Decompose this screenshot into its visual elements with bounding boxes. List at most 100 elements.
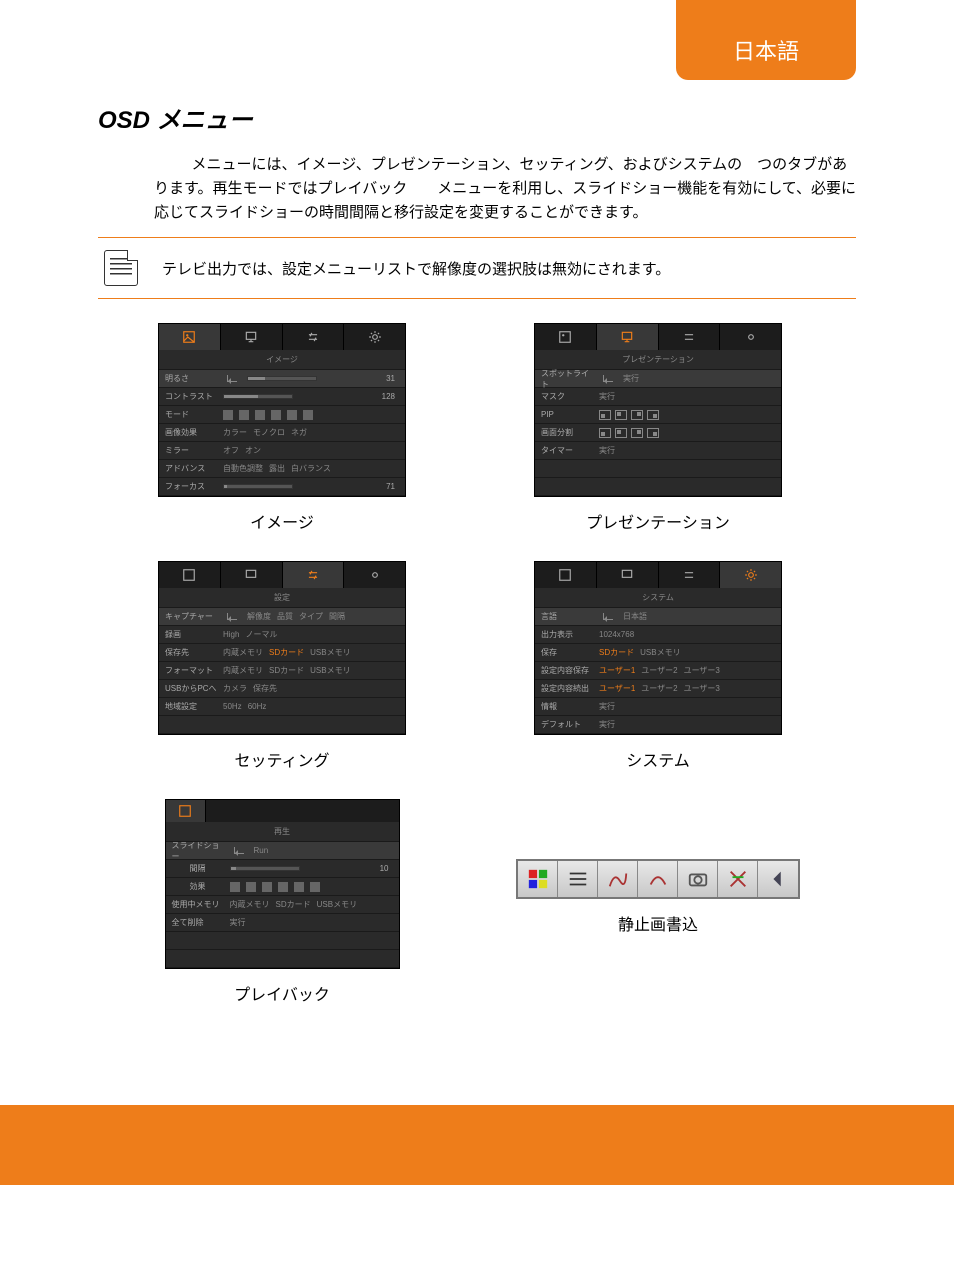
row-advance[interactable]: アドバンス 自動色調整 露出 白バランス [159, 460, 405, 478]
opt: 内蔵メモリ [223, 647, 263, 658]
opt: 日本語 [623, 611, 647, 622]
row-usbpc[interactable]: USBからPCへ カメラ 保存先 [159, 680, 405, 698]
row-empty [159, 716, 405, 734]
presentation-panel-block: プレゼンテーション スポットライト 実行 マスク 実行 PIP 画面分割 [516, 323, 800, 533]
caption-system: システム [516, 747, 800, 771]
enter-icon [227, 375, 237, 382]
row-format[interactable]: フォーマット 内蔵メモリ SDカード USBメモリ [159, 662, 405, 680]
row-split[interactable]: 画面分割 [535, 424, 781, 442]
tab-image[interactable] [159, 562, 221, 588]
row-capture[interactable]: キャプチャー 解像度 品質 タイプ 間隔 [159, 608, 405, 626]
row-loadcfg[interactable]: 設定内容続出 ユーザー1 ユーザー2 ユーザー3 [535, 680, 781, 698]
label: スポットライト [541, 368, 593, 390]
tab-presentation[interactable] [221, 562, 283, 588]
label: 設定内容続出 [541, 683, 593, 694]
tool-curve[interactable] [638, 861, 678, 897]
enter-icon [603, 613, 613, 620]
tab-presentation[interactable] [597, 324, 659, 350]
tab-setting[interactable] [283, 562, 345, 588]
row-default[interactable]: デフォルト 実行 [535, 716, 781, 734]
tool-back[interactable] [758, 861, 798, 897]
row-empty [535, 478, 781, 496]
opt: Run [254, 846, 269, 855]
brightness-slider[interactable] [247, 376, 317, 381]
label: 画像効果 [165, 427, 217, 438]
tab-system[interactable] [720, 562, 781, 588]
opt: 解像度 [247, 611, 271, 622]
image-osd-panel: イメージ 明るさ 31 コントラスト 128 モード [158, 323, 406, 497]
opt: モノクロ [253, 427, 285, 438]
tool-lines[interactable] [558, 861, 598, 897]
label: 情報 [541, 701, 593, 712]
label: フォーカス [165, 481, 217, 492]
opt: 実行 [230, 917, 246, 928]
row-output[interactable]: 出力表示 1024x768 [535, 626, 781, 644]
row-effect[interactable]: 画像効果 カラー モノクロ ネガ [159, 424, 405, 442]
tab-setting[interactable] [659, 562, 721, 588]
intro-text: メニューには、イメージ、プレゼンテーション、セッティング、およびシステムの つの… [98, 153, 856, 225]
tool-colors[interactable] [518, 861, 558, 897]
opt: 露出 [269, 463, 285, 474]
row-mask[interactable]: マスク 実行 [535, 388, 781, 406]
annotation-toolbar [516, 859, 800, 899]
opt: 内蔵メモリ [223, 665, 263, 676]
opt: 60Hz [248, 702, 267, 711]
interval-slider[interactable] [230, 866, 300, 871]
row-info[interactable]: 情報 実行 [535, 698, 781, 716]
enter-icon [234, 847, 244, 854]
value: 10 [380, 864, 393, 873]
tab-setting[interactable] [283, 324, 345, 350]
row-focus[interactable]: フォーカス 71 [159, 478, 405, 496]
tab-setting[interactable] [659, 324, 721, 350]
system-panel-block: システム 言語 日本語 出力表示 1024x768 保存 SDカード USBメモ… [516, 561, 800, 771]
row-save[interactable]: 保存 SDカード USBメモリ [535, 644, 781, 662]
language-label: 日本語 [733, 34, 799, 66]
opt: USBメモリ [640, 647, 680, 658]
tool-freehand[interactable] [598, 861, 638, 897]
opt: オン [245, 445, 261, 456]
row-record[interactable]: 録画 High ノーマル [159, 626, 405, 644]
opt: ユーザー1 [599, 665, 635, 676]
playback-panel-block: 再生 スライドショー Run 間隔 10 効果 [158, 799, 406, 1005]
row-contrast[interactable]: コントラスト 128 [159, 388, 405, 406]
row-mirror[interactable]: ミラー オフ オン [159, 442, 405, 460]
row-timer[interactable]: タイマー 実行 [535, 442, 781, 460]
tab-image[interactable] [159, 324, 221, 350]
row-brightness[interactable]: 明るさ 31 [159, 370, 405, 388]
tab-spacer [206, 800, 399, 822]
tool-erase[interactable] [718, 861, 758, 897]
row-effect[interactable]: 効果 [166, 878, 399, 896]
contrast-slider[interactable] [223, 394, 293, 399]
row-spotlight[interactable]: スポットライト 実行 [535, 370, 781, 388]
label: 言語 [541, 611, 593, 622]
caption-setting: セッティング [158, 747, 406, 771]
opt: 保存先 [253, 683, 277, 694]
label: スライドショー [172, 840, 224, 862]
row-empty [166, 950, 399, 968]
osd-tabs [159, 324, 405, 350]
tool-camera[interactable] [678, 861, 718, 897]
row-mode[interactable]: モード [159, 406, 405, 424]
row-slideshow[interactable]: スライドショー Run [166, 842, 399, 860]
note-row: テレビ出力では、設定メニューリストで解像度の選択肢は無効にされます。 [98, 244, 856, 292]
row-interval[interactable]: 間隔 10 [166, 860, 399, 878]
tab-system[interactable] [344, 562, 405, 588]
row-usedmem[interactable]: 使用中メモリ 内蔵メモリ SDカード USBメモリ [166, 896, 399, 914]
focus-slider[interactable] [223, 484, 293, 489]
row-savecfg[interactable]: 設定内容保存 ユーザー1 ユーザー2 ユーザー3 [535, 662, 781, 680]
tab-presentation[interactable] [221, 324, 283, 350]
divider [98, 298, 856, 299]
tab-system[interactable] [720, 324, 781, 350]
row-saveto[interactable]: 保存先 内蔵メモリ SDカード USBメモリ [159, 644, 405, 662]
split-icons [599, 428, 659, 438]
tab-playback[interactable] [166, 800, 206, 822]
row-pip[interactable]: PIP [535, 406, 781, 424]
row-delall[interactable]: 全て削除 実行 [166, 914, 399, 932]
tab-presentation[interactable] [597, 562, 659, 588]
row-region[interactable]: 地域設定 50Hz 60Hz [159, 698, 405, 716]
tab-image[interactable] [535, 562, 597, 588]
row-lang[interactable]: 言語 日本語 [535, 608, 781, 626]
value: 128 [382, 392, 399, 401]
tab-image[interactable] [535, 324, 597, 350]
tab-system[interactable] [344, 324, 405, 350]
